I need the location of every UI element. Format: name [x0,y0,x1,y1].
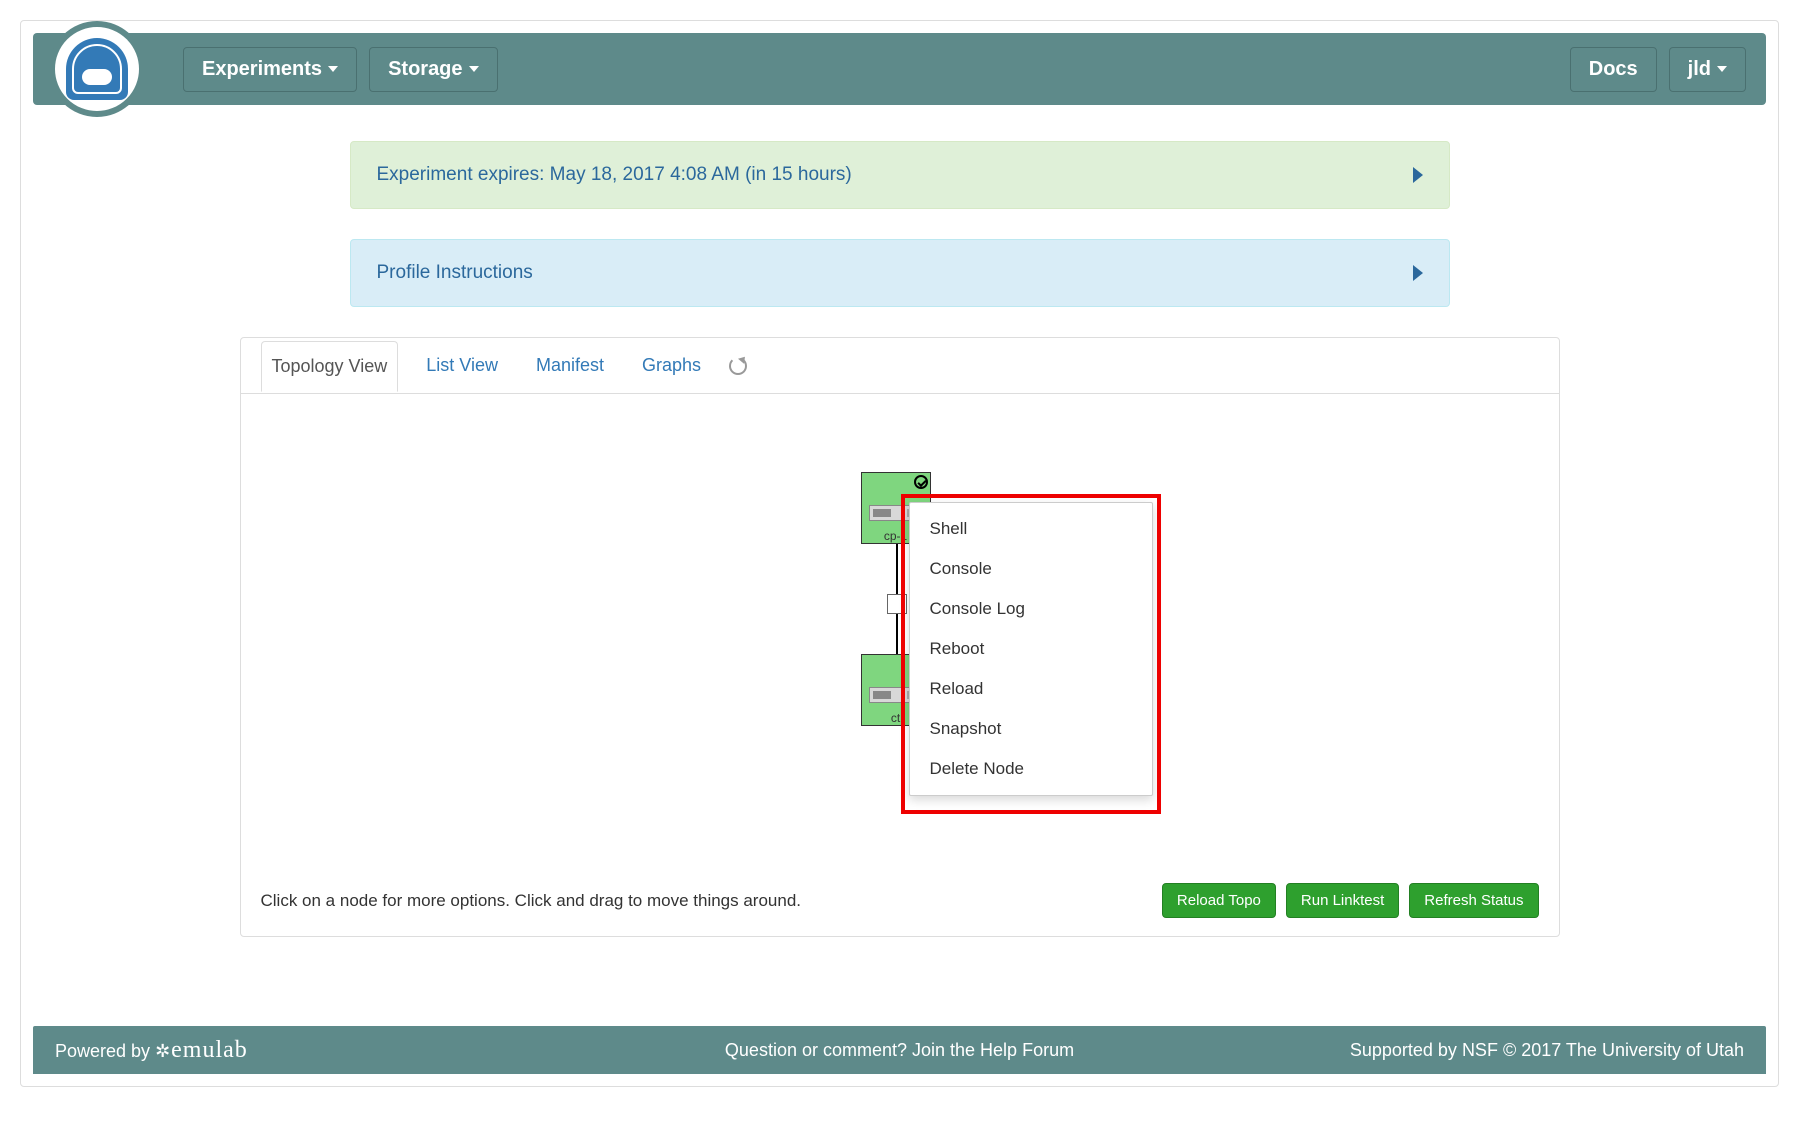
experiments-label: Experiments [202,58,322,81]
ctx-console[interactable]: Console [910,549,1152,589]
ctx-delete-node[interactable]: Delete Node [910,749,1152,789]
storage-menu[interactable]: Storage [369,47,497,92]
topology-link-handle[interactable] [887,594,907,614]
experiment-panel: Topology View List View Manifest Graphs … [240,337,1560,937]
refresh-status-button[interactable]: Refresh Status [1409,883,1538,918]
ctx-console-log[interactable]: Console Log [910,589,1152,629]
tab-topology[interactable]: Topology View [261,341,399,392]
tab-list[interactable]: List View [416,341,508,390]
refresh-icon[interactable] [729,357,747,375]
ctx-shell[interactable]: Shell [910,509,1152,549]
check-icon [914,475,928,489]
footer-powered: Powered by ✲emulab [55,1037,248,1064]
node-context-menu: Shell Console Console Log Reboot Reload … [909,502,1153,796]
instructions-text: Profile Instructions [377,262,533,284]
storage-label: Storage [388,58,462,81]
reload-topo-button[interactable]: Reload Topo [1162,883,1276,918]
experiments-menu[interactable]: Experiments [183,47,357,92]
site-footer: Powered by ✲emulab Question or comment? … [33,1026,1766,1074]
footer-right: Supported by NSF © 2017 The University o… [1350,1040,1744,1061]
node-label: cp-1 [884,529,907,543]
ctx-reload[interactable]: Reload [910,669,1152,709]
node-label: ct [891,711,900,725]
footer-powered-text: Powered by [55,1041,155,1061]
canvas-hint: Click on a node for more options. Click … [261,891,802,911]
footer-help-link[interactable]: Question or comment? Join the Help Forum [725,1040,1074,1061]
user-menu[interactable]: jld [1669,47,1746,92]
footer-brand: emulab [171,1037,248,1063]
emulab-logo[interactable]: ✲emulab [155,1037,248,1063]
profile-instructions-alert[interactable]: Profile Instructions [350,239,1450,307]
topology-canvas[interactable]: cp-1 ct Shell Console Console Log Reboot… [241,394,1559,834]
view-tabs: Topology View List View Manifest Graphs [241,338,1559,394]
ctx-snapshot[interactable]: Snapshot [910,709,1152,749]
docs-label: Docs [1589,58,1638,81]
tab-manifest[interactable]: Manifest [526,341,614,390]
gear-icon: ✲ [155,1040,171,1060]
docs-link[interactable]: Docs [1570,47,1657,92]
caret-down-icon [328,66,338,72]
expire-text: Experiment expires: May 18, 2017 4:08 AM… [377,164,852,186]
user-label: jld [1688,58,1711,81]
experiment-expire-alert[interactable]: Experiment expires: May 18, 2017 4:08 AM… [350,141,1450,209]
tab-graphs[interactable]: Graphs [632,341,711,390]
site-logo[interactable] [49,21,145,117]
main-navbar: Experiments Storage Docs jld [33,33,1766,105]
caret-down-icon [1717,66,1727,72]
run-linktest-button[interactable]: Run Linktest [1286,883,1399,918]
ctx-reboot[interactable]: Reboot [910,629,1152,669]
chevron-right-icon [1413,167,1423,183]
caret-down-icon [469,66,479,72]
chevron-right-icon [1413,265,1423,281]
